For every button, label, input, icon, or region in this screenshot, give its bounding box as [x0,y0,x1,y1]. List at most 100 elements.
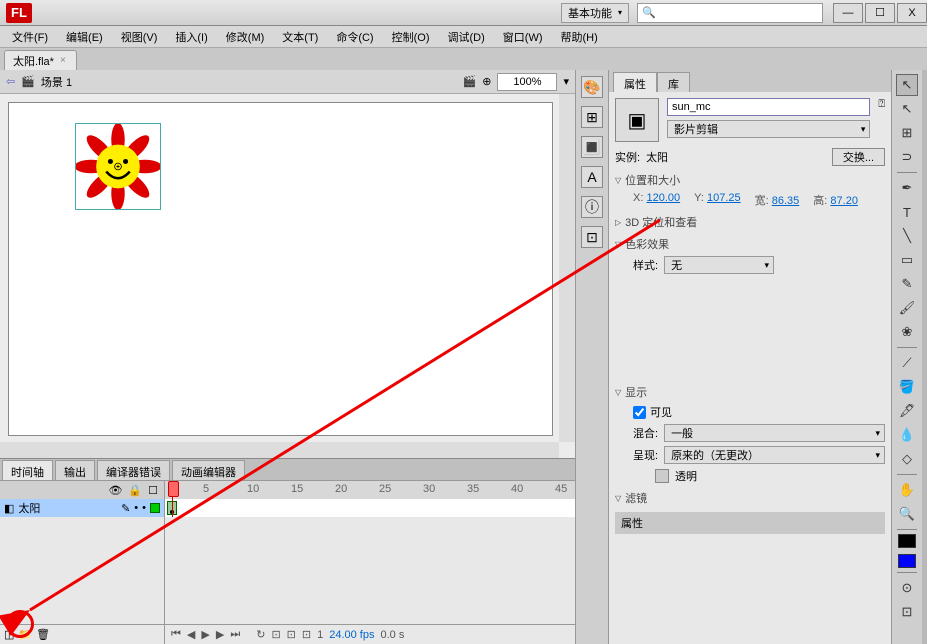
horizontal-scrollbar[interactable] [0,442,559,458]
swap-button[interactable]: 交换... [832,148,885,166]
edit-scene-icon[interactable]: 🎬 [463,75,477,88]
symbol-type-dropdown[interactable]: 影片剪辑 [667,120,870,138]
tab-properties[interactable]: 属性 [613,72,657,92]
instance-name-input[interactable]: sun_mc [667,98,870,116]
tab-close-icon[interactable]: × [60,55,66,66]
minimize-button[interactable]: — [833,3,863,23]
tab-library[interactable]: 库 [657,72,690,92]
menu-control[interactable]: 控制(O) [388,27,434,47]
style-dropdown[interactable]: 无 [664,256,774,274]
help-icon[interactable]: ⍰ [878,98,885,111]
stroke-color-swatch[interactable] [898,534,916,548]
eraser-tool[interactable]: ◇ [896,448,918,470]
section-filters[interactable]: ▽滤镜 [615,490,885,506]
edit-symbol-icon[interactable]: ⊕ [482,75,491,88]
layer-color-swatch[interactable] [150,503,160,513]
hand-tool[interactable]: ✋ [896,479,918,501]
free-transform-tool[interactable]: ⊞ [896,122,918,144]
menu-edit[interactable]: 编辑(E) [62,27,107,47]
menu-view[interactable]: 视图(V) [117,27,162,47]
document-tab[interactable]: 太阳.fla* × [4,50,77,70]
play-icon[interactable]: ▶ [201,628,209,641]
workspace-dropdown[interactable]: 基本功能 ▾ [561,3,629,23]
pen-tool[interactable]: ✒ [896,177,918,199]
transform-panel-icon[interactable]: ⊡ [581,226,603,248]
height-value[interactable]: 87.20 [830,195,858,207]
paint-bucket-tool[interactable]: 🪣 [896,376,918,398]
menu-text[interactable]: 文本(T) [278,27,322,47]
menu-modify[interactable]: 修改(M) [222,27,269,47]
filter-column-header: 属性 [615,512,885,534]
render-dropdown[interactable]: 原来的（无更改） [664,446,885,464]
outline-icon[interactable]: ☐ [148,484,158,497]
tab-output[interactable]: 输出 [55,460,95,480]
frames-track[interactable] [165,499,575,517]
char-panel-icon[interactable]: A [581,166,603,188]
option-icon[interactable]: ⊡ [896,601,918,623]
step-fwd-icon[interactable]: ▶ [216,628,224,641]
section-display[interactable]: ▽显示 [615,384,885,400]
zoom-input[interactable]: 100% [497,73,557,91]
menu-window[interactable]: 窗口(W) [499,27,547,47]
blend-dropdown[interactable]: 一般 [664,424,885,442]
ffwd-icon[interactable]: ⏭ [230,628,240,641]
style-label: 样式: [633,257,658,273]
eyedropper-tool[interactable]: 💧 [896,424,918,446]
bone-tool[interactable]: ⟋ [896,352,918,374]
scene-name[interactable]: 场景 1 [41,74,72,90]
sunflower-instance[interactable] [75,123,161,210]
info-panel-icon[interactable]: ⓘ [581,196,603,218]
subselection-tool[interactable]: ↖ [896,98,918,120]
search-input[interactable]: 🔍 [637,3,823,23]
snap-icon[interactable]: ⊙ [896,577,918,599]
zoom-dropdown-icon[interactable]: ▾ [563,75,569,88]
swatches-panel-icon[interactable]: ⊞ [581,106,603,128]
close-button[interactable]: X [897,3,927,23]
line-tool[interactable]: ╲ [896,225,918,247]
fps-display[interactable]: 24.00 fps [329,629,374,641]
stage-area[interactable] [0,94,575,458]
width-value[interactable]: 86.35 [772,195,800,207]
dropdown-icon: ▾ [618,8,622,17]
selection-tool[interactable]: ↖ [896,74,918,96]
playhead[interactable] [172,481,173,517]
ink-bottle-tool[interactable]: 🖋 [896,400,918,422]
deco-tool[interactable]: ❀ [896,321,918,343]
eye-icon[interactable]: 👁 [108,484,122,497]
pencil-tool[interactable]: ✎ [896,273,918,295]
workspace-label: 基本功能 [568,5,612,21]
rectangle-tool[interactable]: ▭ [896,249,918,271]
tab-timeline[interactable]: 时间轴 [2,460,53,480]
section-3d[interactable]: ▷3D 定位和查看 [615,214,885,230]
rewind-icon[interactable]: ⏮ [171,628,181,641]
y-value[interactable]: 107.25 [707,192,741,204]
frame-ruler[interactable]: 1 5 10 15 20 25 30 35 40 45 [165,481,575,499]
zoom-tool[interactable]: 🔍 [896,503,918,525]
align-panel-icon[interactable]: 🔳 [581,136,603,158]
lasso-tool[interactable]: ⊃ [896,146,918,168]
menu-commands[interactable]: 命令(C) [332,27,377,47]
maximize-button[interactable]: ☐ [865,3,895,23]
delete-layer-button[interactable]: 🗑 [36,628,50,641]
visible-checkbox[interactable] [633,406,646,419]
color-panel-icon[interactable]: 🎨 [581,76,603,98]
menu-help[interactable]: 帮助(H) [557,27,602,47]
menu-insert[interactable]: 插入(I) [171,27,211,47]
brush-tool[interactable]: 🖌 [896,297,918,319]
layer-row[interactable]: ◧ 太阳 ✎ •• [0,499,164,517]
x-value[interactable]: 120.00 [646,192,680,204]
text-tool[interactable]: T [896,201,918,223]
lock-icon[interactable]: 🔒 [128,484,142,497]
step-back-icon[interactable]: ◀ [187,628,195,641]
menu-debug[interactable]: 调试(D) [444,27,489,47]
section-color-effect[interactable]: ▽色彩效果 [615,236,885,252]
stage[interactable] [8,102,553,436]
menu-file[interactable]: 文件(F) [8,27,52,47]
tab-motion-editor[interactable]: 动画编辑器 [172,460,245,480]
tab-compiler[interactable]: 编译器错误 [97,460,170,480]
back-icon[interactable]: ⇦ [6,75,15,88]
vertical-scrollbar[interactable] [559,94,575,442]
section-position-size[interactable]: ▽位置和大小 [615,172,885,188]
transparent-swatch[interactable] [655,469,669,483]
fill-color-swatch[interactable] [898,554,916,568]
